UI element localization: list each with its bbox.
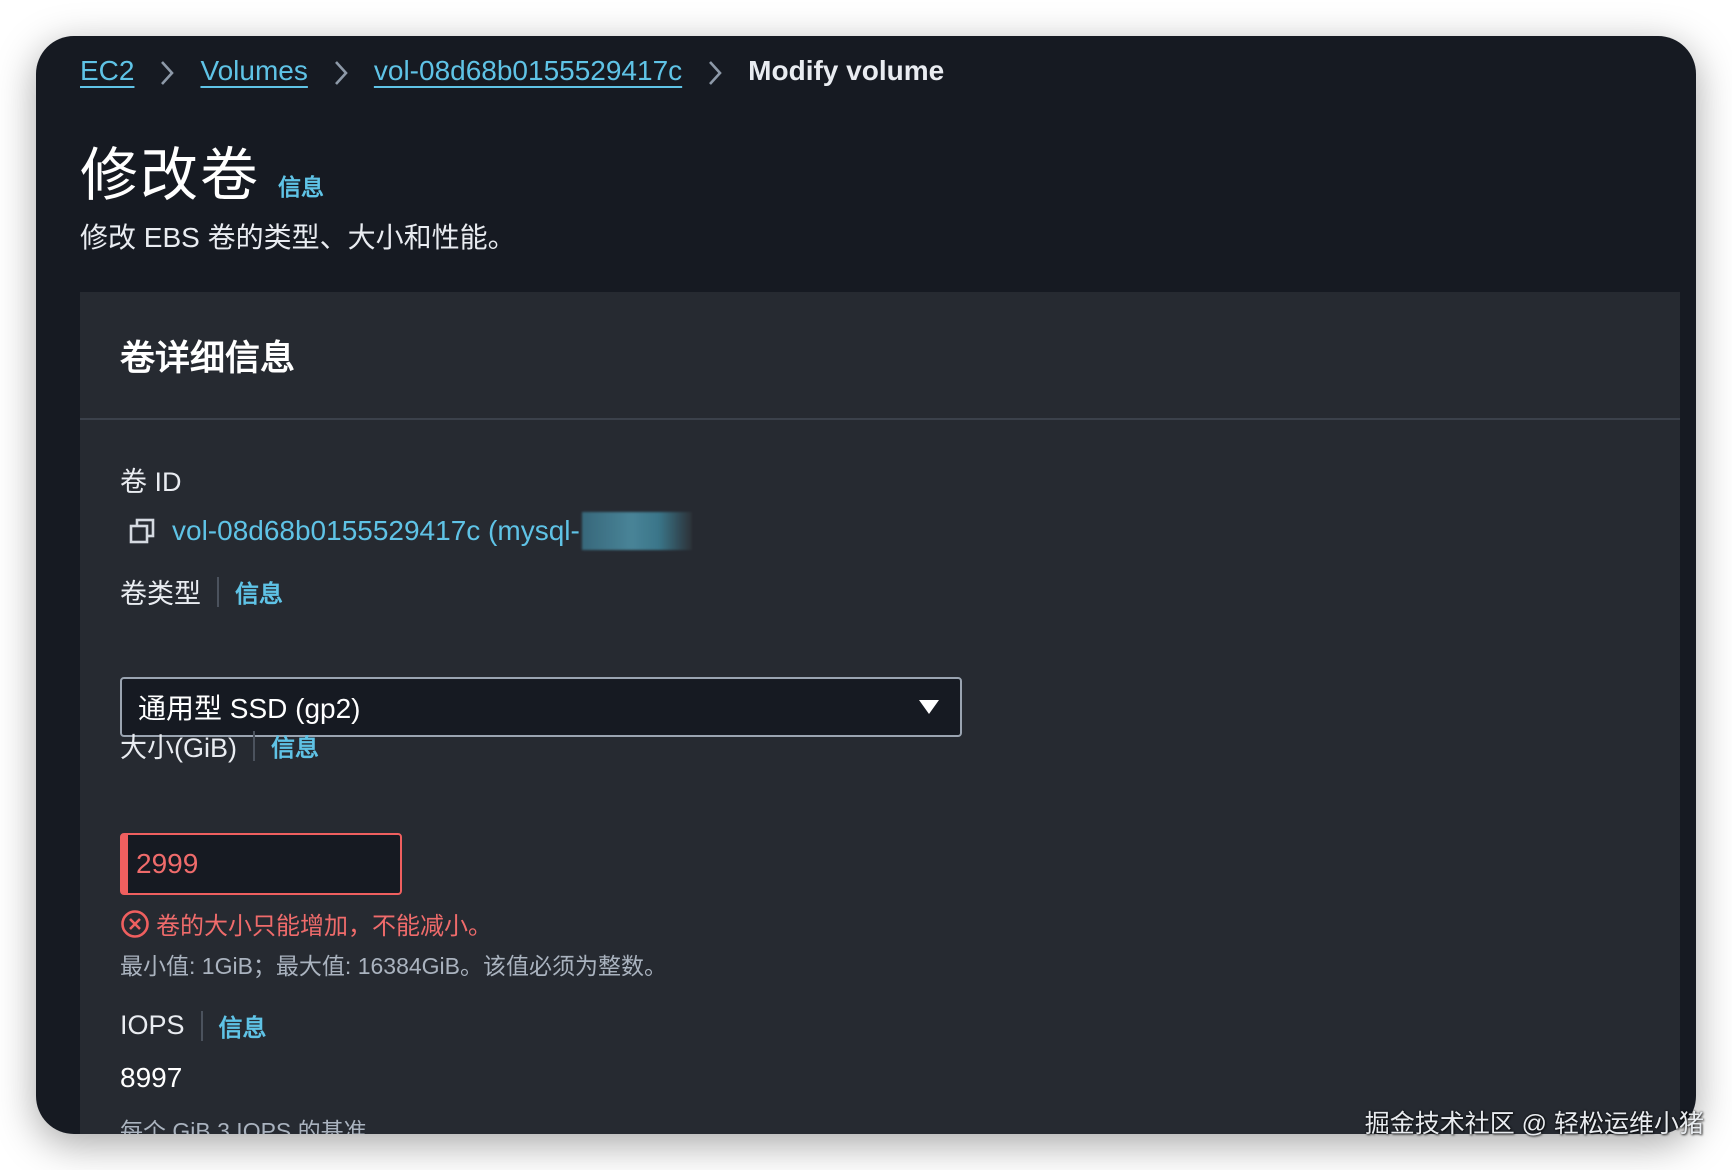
iops-hint: 每个 GiB 3 IOPS 的基准 [120, 1118, 367, 1134]
label-divider [217, 576, 219, 607]
page-info-link[interactable]: 信息 [278, 168, 324, 202]
console-window: EC2 Volumes vol-08d68b0155529417c Modify… [36, 36, 1696, 1134]
volume-id-label: 卷 ID [120, 467, 182, 497]
chevron-right-icon [134, 55, 200, 87]
breadcrumb: EC2 Volumes vol-08d68b0155529417c Modify… [80, 46, 944, 96]
breadcrumb-link-ec2[interactable]: EC2 [80, 55, 134, 87]
volume-type-label-row: 卷类型 信息 [120, 572, 283, 611]
label-divider [200, 1010, 203, 1041]
iops-value: 8997 [120, 1062, 183, 1093]
volume-id-row: vol-08d68b0155529417c (mysql- [128, 512, 692, 550]
panel-title: 卷详细信息 [120, 338, 296, 378]
breadcrumb-link-volumes[interactable]: Volumes [200, 55, 307, 87]
volume-details-panel: 卷详细信息 卷 ID vol-08d68b0155529417c (mysql-… [80, 292, 1680, 1134]
page-description: 修改 EBS 卷的类型、大小和性能。 [80, 222, 516, 253]
size-error: 卷的大小只能增加，不能减小。 [120, 906, 492, 941]
size-label-row: 大小(GiB) 信息 [120, 726, 319, 765]
volume-type-selected: 通用型 SSD (gp2) [138, 693, 361, 724]
size-constraint: 最小值: 1GiB；最大值: 16384GiB。该值必须为整数。 [120, 953, 667, 979]
panel-header: 卷详细信息 [80, 292, 1680, 420]
volume-id-label-row: 卷 ID [120, 460, 182, 499]
breadcrumb-current: Modify volume [748, 55, 945, 86]
size-error-text: 卷的大小只能增加，不能减小。 [156, 913, 492, 940]
iops-label-row: IOPS 信息 [120, 1008, 267, 1043]
page-header: 修改卷 信息 [80, 128, 324, 212]
redacted-block [581, 512, 692, 550]
chevron-right-icon [308, 55, 374, 87]
size-input[interactable] [120, 833, 402, 895]
breadcrumb-link-volume-id[interactable]: vol-08d68b0155529417c [374, 55, 682, 87]
chevron-right-icon [682, 55, 748, 87]
watermark: 掘金技术社区 @ 轻松运维小猪 [1364, 1110, 1704, 1138]
iops-label: IOPS [120, 1010, 185, 1040]
volume-id-link[interactable]: vol-08d68b0155529417c (mysql- [172, 515, 580, 547]
iops-info-link[interactable]: 信息 [219, 1008, 267, 1043]
page-title: 修改卷 [80, 143, 261, 208]
size-info-link[interactable]: 信息 [271, 728, 319, 763]
error-circle-icon [120, 909, 150, 939]
volume-type-info-link[interactable]: 信息 [235, 574, 283, 609]
volume-type-label: 卷类型 [120, 579, 201, 609]
copy-icon[interactable] [128, 517, 156, 545]
label-divider [253, 730, 255, 761]
size-label: 大小(GiB) [120, 733, 237, 763]
caret-down-icon [918, 699, 940, 715]
